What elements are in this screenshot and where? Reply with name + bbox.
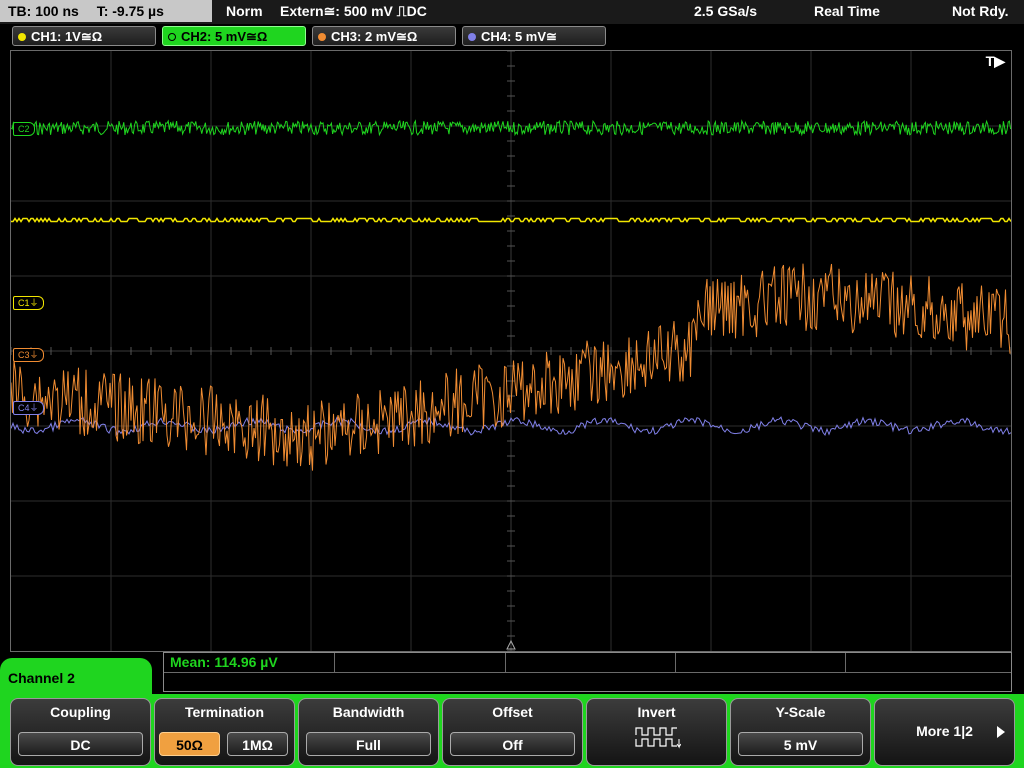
channel-4-dot-icon (468, 33, 476, 41)
sample-rate: 2.5 GSa/s (694, 3, 758, 19)
status-bar: TB: 100 ns T: -9.75 µs Norm Extern≅: 500… (0, 0, 1024, 24)
channel-3-offset-marker[interactable]: C3⏚ (13, 348, 44, 362)
bandwidth-value[interactable]: Full (306, 732, 431, 756)
tab-channel-3[interactable]: CH3: 2 mV≅Ω (312, 26, 456, 46)
measurement-cell (505, 653, 676, 672)
coupling-value[interactable]: DC (18, 732, 143, 756)
timebase-readout: TB: 100 ns (8, 3, 79, 19)
y-scale-softkey[interactable]: Y-Scale 5 mV (730, 698, 871, 766)
trigger-mode[interactable]: Norm (226, 0, 263, 22)
termination-1mohm-option[interactable]: 1MΩ (227, 732, 288, 756)
invert-softkey[interactable]: Invert (586, 698, 727, 766)
y-scale-title: Y-Scale (775, 704, 826, 720)
trigger-time-readout: T: -9.75 µs (96, 3, 164, 19)
ready-status: Not Rdy. (952, 3, 1009, 19)
tab-channel-4[interactable]: CH4: 5 mV≅ (462, 26, 606, 46)
waveform-canvas (11, 51, 1011, 651)
termination-softkey[interactable]: Termination 50Ω 1MΩ (154, 698, 295, 766)
acquisition-mode: Real Time (814, 3, 880, 19)
coupling-softkey[interactable]: Coupling DC (10, 698, 151, 766)
measurement-panel: Mean: 114.96 µV (163, 652, 1012, 692)
offset-title: Offset (492, 704, 533, 720)
invert-waveform-icon (635, 727, 681, 749)
tab-label: CH3: 2 mV≅Ω (331, 29, 418, 44)
invert-title: Invert (637, 704, 676, 720)
measurement-cell (675, 653, 846, 672)
bandwidth-softkey[interactable]: Bandwidth Full (298, 698, 439, 766)
channel-3-dot-icon (318, 33, 326, 41)
channel-4-offset-marker[interactable]: C4⏚ (13, 401, 44, 415)
offset-softkey[interactable]: Offset Off (442, 698, 583, 766)
bandwidth-title: Bandwidth (332, 704, 405, 720)
channel-1-dot-icon (18, 33, 26, 41)
triangle-right-icon (997, 726, 1005, 738)
timebase-box[interactable]: TB: 100 ns T: -9.75 µs (0, 0, 212, 22)
tab-channel-1[interactable]: CH1: 1V≅Ω (12, 26, 156, 46)
tab-label: CH1: 1V≅Ω (31, 29, 103, 44)
coupling-title: Coupling (50, 704, 111, 720)
termination-50ohm-option[interactable]: 50Ω (159, 732, 220, 756)
more-softkey[interactable]: More 1|2 (874, 698, 1015, 766)
tab-label: CH2: 5 mV≅Ω (181, 29, 268, 44)
measurement-row (164, 672, 1011, 673)
channel-2-dot-icon (168, 33, 176, 41)
trigger-source[interactable]: Extern≅: 500 mV ⎍DC (280, 0, 427, 22)
channel-2-offset-marker[interactable]: C2 (13, 122, 35, 136)
graticule (11, 51, 1011, 651)
termination-title: Termination (184, 704, 265, 720)
channel-tabs: CH1: 1V≅Ω CH2: 5 mV≅Ω CH3: 2 mV≅Ω CH4: 5… (0, 26, 1024, 48)
channel-1-offset-marker[interactable]: C1⏚ (13, 296, 44, 310)
measurement-cell (334, 653, 506, 672)
waveform-display[interactable]: T▶ C2 C1⏚ C3⏚ C4⏚ (10, 50, 1012, 652)
trigger-marker: T▶ (985, 53, 1005, 69)
offset-value[interactable]: Off (450, 732, 575, 756)
tab-label: CH4: 5 mV≅ (481, 29, 557, 44)
more-label: More 1|2 (916, 723, 973, 739)
tab-channel-2[interactable]: CH2: 5 mV≅Ω (162, 26, 306, 46)
measurement-cell (164, 653, 335, 672)
y-scale-value[interactable]: 5 mV (738, 732, 863, 756)
